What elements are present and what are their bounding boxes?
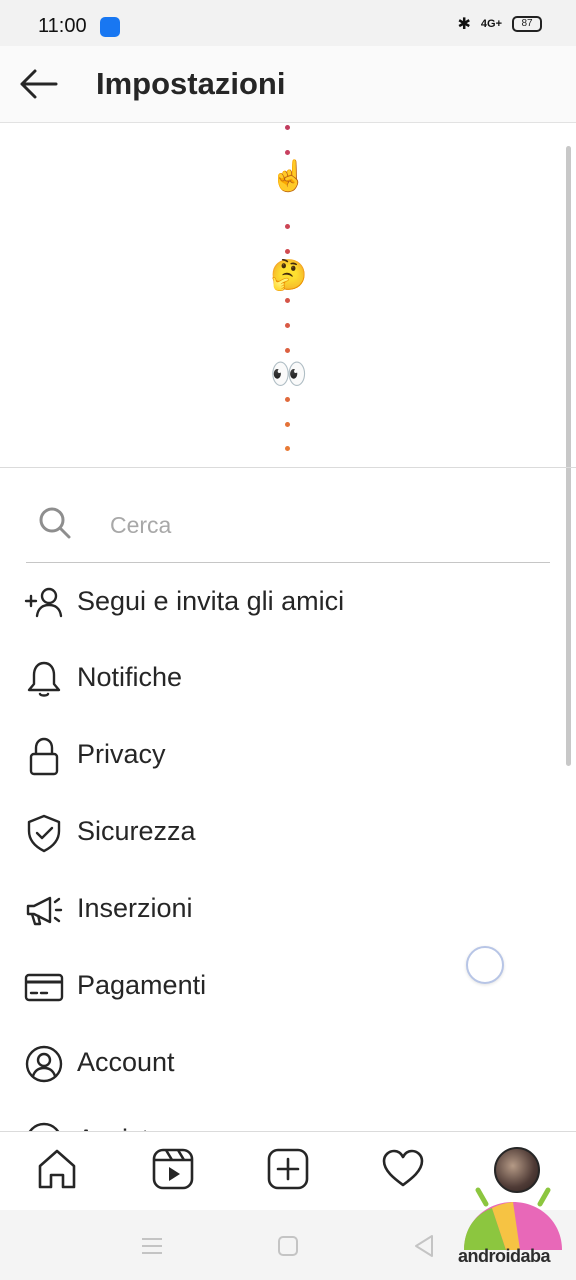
recent-apps-icon[interactable] [138,1232,166,1260]
menu-label: Sicurezza [77,816,196,846]
dot [285,446,290,451]
bell-icon [27,661,61,697]
dot [285,150,290,155]
loading-spinner [466,946,504,984]
dot [285,249,290,254]
dot [285,422,290,427]
pointing-up-emoji: ☝️ [270,160,308,193]
add-person-icon [24,587,63,618]
home-icon[interactable] [34,1146,80,1192]
back-triangle-icon[interactable] [410,1232,438,1260]
activity-heart-icon[interactable] [380,1146,426,1192]
dot [285,397,290,402]
menu-label: Segui e invita gli amici [77,586,345,616]
menu-label: Inserzioni [77,893,193,923]
status-bar: 11:00 ✱ 4G+ 87 [0,0,576,46]
new-post-icon[interactable] [265,1146,311,1192]
menu-item-ads[interactable]: Inserzioni [0,877,576,941]
dot [285,323,290,328]
thinking-face-emoji: 🤔 [270,259,308,292]
account-icon [25,1045,63,1083]
page-title: Impostazioni [96,66,286,101]
menu-item-account[interactable]: Account [0,1031,576,1095]
app-bar: Impostazioni [0,46,576,123]
dot [285,298,290,303]
shield-check-icon [27,814,61,853]
menu-label: Pagamenti [77,970,207,1000]
dot [285,224,290,229]
dot [285,348,290,353]
dot [285,125,290,130]
reels-icon[interactable] [150,1146,196,1192]
network-signal: 4G+ [480,18,502,30]
status-time: 11:00 [38,15,87,37]
menu-label: Privacy [77,739,166,769]
bluetooth-icon: ✱ [457,16,471,33]
menu-label: Notifiche [77,662,183,692]
menu-label: Account [77,1047,175,1077]
notification-app-icon [100,17,120,37]
back-arrow-icon[interactable] [18,66,58,102]
search-bar [26,490,550,563]
megaphone-icon [26,896,63,926]
search-icon [39,507,71,539]
menu-item-security[interactable]: Sicurezza [0,800,576,864]
battery-icon: 87 [512,16,542,32]
androidaba-watermark: androidaba [456,1186,568,1272]
home-square-icon[interactable] [274,1232,302,1260]
emoji-dots-banner: ☝️ 🤔 👀 [0,123,576,468]
credit-card-icon [24,973,64,1002]
menu-item-follow-invite[interactable]: Segui e invita gli amici [0,570,576,634]
lock-icon [29,737,59,776]
menu-item-privacy[interactable]: Privacy [0,723,576,787]
search-input[interactable] [108,506,532,544]
menu-item-notifications[interactable]: Notifiche [0,646,576,710]
eyes-emoji: 👀 [270,358,308,391]
watermark-text: androidaba [458,1246,551,1266]
status-icons: ✱ 4G+ 87 [457,14,542,34]
